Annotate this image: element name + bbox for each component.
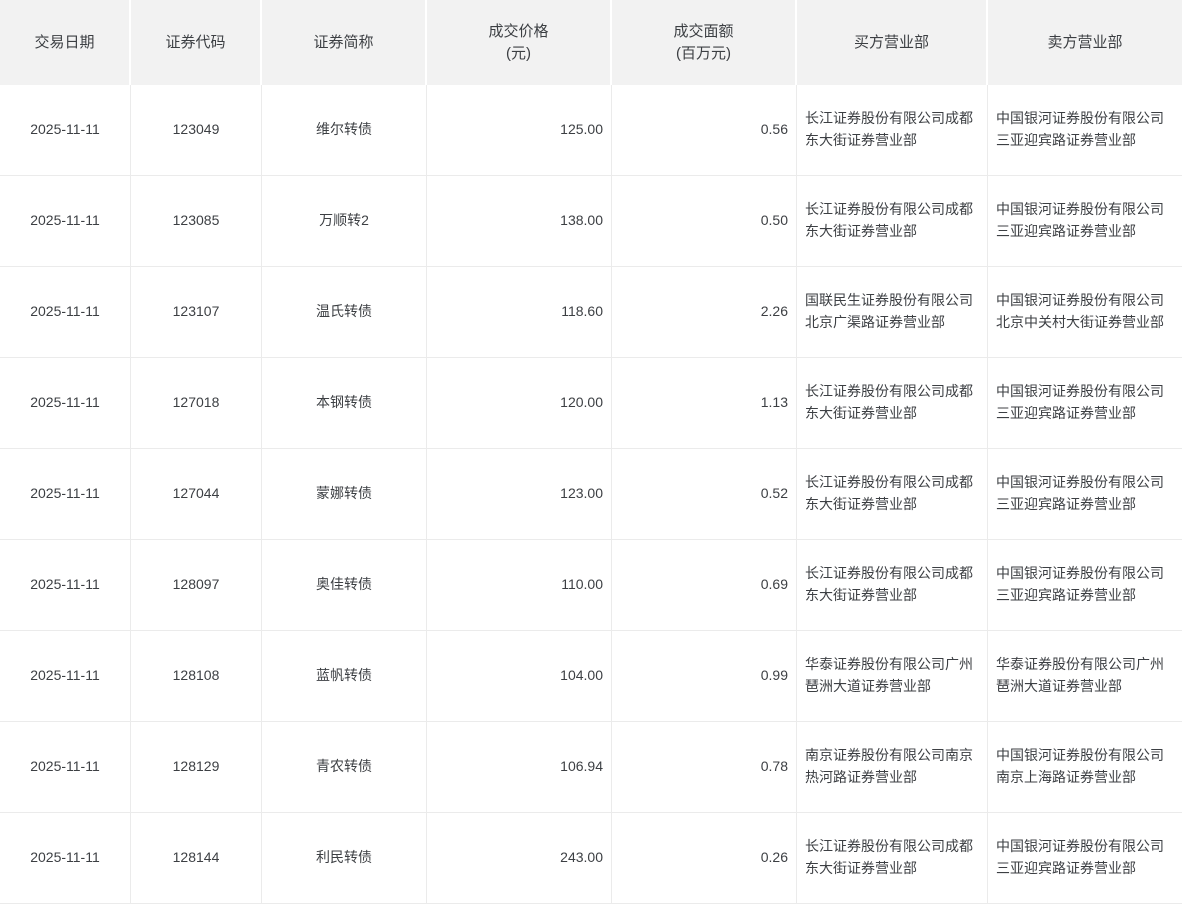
cell-name: 利民转债	[262, 813, 427, 904]
header-label: 买方营业部	[853, 33, 929, 51]
table-row: 2025-11-11 123085 万顺转2 138.00 0.50 长江证券股份有限公司…	[0, 176, 1182, 267]
cell-name: 本钢转债	[262, 358, 427, 449]
cell-buyer: 华泰证券股份有限公司广州琶洲大道证券营业部	[797, 631, 988, 722]
header-buyer-branch: 买方营业部	[797, 0, 988, 85]
cell-seller: 中国银河证券股份有限公司三亚迎宾路证券营业部	[988, 85, 1182, 176]
cell-date: 2025-11-11	[0, 722, 131, 813]
cell-buyer: 长江证券股份有限公司成都东大街证券营业部	[797, 449, 988, 540]
cell-name: 万顺转2	[262, 176, 427, 267]
cell-buyer: 长江证券股份有限公司成都东大街证券营业部	[797, 85, 988, 176]
cell-buyer: 国联民生证券股份有限公司北京广渠路证券营业部	[797, 267, 988, 358]
header-face-value: 成交面额 (百万元)	[612, 0, 797, 85]
header-label: 证券代码	[165, 33, 226, 51]
table-row: 2025-11-11 128144 利民转债 243.00 0.26 长江证券股份有限公司…	[0, 813, 1182, 904]
cell-face-value: 0.26	[612, 813, 797, 904]
cell-seller: 中国银河证券股份有限公司南京上海路证券营业部	[988, 722, 1182, 813]
cell-price: 138.00	[427, 176, 612, 267]
header-label: 卖方营业部	[1047, 33, 1123, 51]
header-label: 交易日期	[34, 33, 95, 51]
cell-code: 128108	[131, 631, 262, 722]
cell-name: 奥佳转债	[262, 540, 427, 631]
cell-face-value: 0.52	[612, 449, 797, 540]
cell-buyer: 长江证券股份有限公司成都东大街证券营业部	[797, 540, 988, 631]
table-row: 2025-11-11 127018 本钢转债 120.00 1.13 长江证券股份有限公司…	[0, 358, 1182, 449]
cell-date: 2025-11-11	[0, 176, 131, 267]
cell-code: 128129	[131, 722, 262, 813]
cell-name: 温氏转债	[262, 267, 427, 358]
table-header: 交易日期 证券代码 证券简称 成交价格 (元) 成交面额 (百万元) 买方营业部…	[0, 0, 1182, 85]
cell-date: 2025-11-11	[0, 540, 131, 631]
cell-seller: 中国银河证券股份有限公司三亚迎宾路证券营业部	[988, 540, 1182, 631]
cell-name: 维尔转债	[262, 85, 427, 176]
header-label: 成交价格	[488, 22, 549, 40]
cell-date: 2025-11-11	[0, 358, 131, 449]
cell-seller: 华泰证券股份有限公司广州琶洲大道证券营业部	[988, 631, 1182, 722]
cell-code: 123085	[131, 176, 262, 267]
table-row: 2025-11-11 127044 蒙娜转债 123.00 0.52 长江证券股份有限公司…	[0, 449, 1182, 540]
cell-code: 127018	[131, 358, 262, 449]
header-sublabel: (元)	[506, 44, 531, 62]
table-row: 2025-11-11 128108 蓝帆转债 104.00 0.99 华泰证券股份有限公司…	[0, 631, 1182, 722]
cell-buyer: 长江证券股份有限公司成都东大街证券营业部	[797, 813, 988, 904]
cell-code: 123107	[131, 267, 262, 358]
cell-price: 106.94	[427, 722, 612, 813]
cell-face-value: 1.13	[612, 358, 797, 449]
header-trade-date: 交易日期	[0, 0, 131, 85]
table-row: 2025-11-11 123049 维尔转债 125.00 0.56 长江证券股份有限公司…	[0, 85, 1182, 176]
header-row: 交易日期 证券代码 证券简称 成交价格 (元) 成交面额 (百万元) 买方营业部…	[0, 0, 1182, 85]
header-trade-price: 成交价格 (元)	[427, 0, 612, 85]
cell-name: 青农转债	[262, 722, 427, 813]
cell-date: 2025-11-11	[0, 631, 131, 722]
header-label: 证券简称	[313, 33, 374, 51]
cell-price: 118.60	[427, 267, 612, 358]
cell-code: 128144	[131, 813, 262, 904]
cell-buyer: 长江证券股份有限公司成都东大街证券营业部	[797, 176, 988, 267]
cell-price: 123.00	[427, 449, 612, 540]
cell-seller: 中国银河证券股份有限公司北京中关村大街证券营业部	[988, 267, 1182, 358]
cell-face-value: 0.99	[612, 631, 797, 722]
cell-code: 127044	[131, 449, 262, 540]
cell-seller: 中国银河证券股份有限公司三亚迎宾路证券营业部	[988, 358, 1182, 449]
cell-seller: 中国银河证券股份有限公司三亚迎宾路证券营业部	[988, 813, 1182, 904]
cell-seller: 中国银河证券股份有限公司三亚迎宾路证券营业部	[988, 176, 1182, 267]
header-sublabel: (百万元)	[676, 44, 731, 62]
header-security-name: 证券简称	[262, 0, 427, 85]
cell-face-value: 0.69	[612, 540, 797, 631]
cell-face-value: 2.26	[612, 267, 797, 358]
cell-buyer: 长江证券股份有限公司成都东大街证券营业部	[797, 358, 988, 449]
cell-date: 2025-11-11	[0, 85, 131, 176]
cell-seller: 中国银河证券股份有限公司三亚迎宾路证券营业部	[988, 449, 1182, 540]
block-trade-table: 交易日期 证券代码 证券简称 成交价格 (元) 成交面额 (百万元) 买方营业部…	[0, 0, 1182, 904]
cell-price: 110.00	[427, 540, 612, 631]
cell-code: 123049	[131, 85, 262, 176]
cell-name: 蒙娜转债	[262, 449, 427, 540]
cell-face-value: 0.78	[612, 722, 797, 813]
header-seller-branch: 卖方营业部	[988, 0, 1182, 85]
cell-date: 2025-11-11	[0, 449, 131, 540]
table-row: 2025-11-11 128129 青农转债 106.94 0.78 南京证券股份有限公司…	[0, 722, 1182, 813]
cell-face-value: 0.56	[612, 85, 797, 176]
cell-price: 243.00	[427, 813, 612, 904]
cell-name: 蓝帆转债	[262, 631, 427, 722]
table-body: 2025-11-11 123049 维尔转债 125.00 0.56 长江证券股份有限公司…	[0, 85, 1182, 904]
table-row: 2025-11-11 128097 奥佳转债 110.00 0.69 长江证券股份有限公司…	[0, 540, 1182, 631]
cell-price: 120.00	[427, 358, 612, 449]
cell-date: 2025-11-11	[0, 267, 131, 358]
cell-price: 125.00	[427, 85, 612, 176]
header-security-code: 证券代码	[131, 0, 262, 85]
cell-price: 104.00	[427, 631, 612, 722]
cell-face-value: 0.50	[612, 176, 797, 267]
cell-buyer: 南京证券股份有限公司南京热河路证券营业部	[797, 722, 988, 813]
table-row: 2025-11-11 123107 温氏转债 118.60 2.26 国联民生证券股份有限…	[0, 267, 1182, 358]
cell-date: 2025-11-11	[0, 813, 131, 904]
cell-code: 128097	[131, 540, 262, 631]
header-label: 成交面额	[673, 22, 734, 40]
